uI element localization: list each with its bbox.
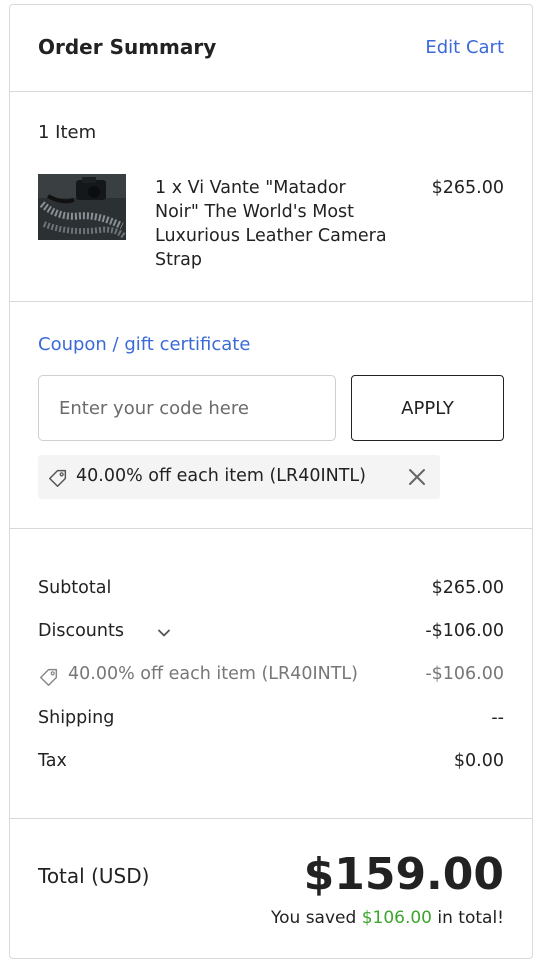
discount-detail-label: 40.00% off each item (LR40INTL) (68, 664, 359, 684)
shipping-row: Shipping -- (38, 708, 504, 732)
shipping-value: -- (491, 708, 504, 728)
total-label: Total (USD) (38, 864, 150, 888)
order-summary-card: Order Summary Edit Cart 1 Item 1 x Vi Va… (9, 4, 533, 959)
discount-detail-row: 40.00% off each item (LR40INTL) -$106.00 (38, 664, 504, 688)
remove-coupon-close-icon[interactable] (405, 465, 429, 489)
apply-button[interactable]: APPLY (351, 375, 504, 441)
savings-message: You saved $106.00 in total! (271, 908, 504, 928)
subtotal-row: Subtotal $265.00 (38, 578, 504, 602)
tag-icon (38, 666, 60, 693)
tax-row: Tax $0.00 (38, 751, 504, 775)
applied-coupon-chip: 40.00% off each item (LR40INTL) (38, 455, 440, 499)
saved-amount: $106.00 (361, 908, 432, 928)
tax-label: Tax (38, 751, 67, 771)
tag-icon (47, 467, 69, 493)
totals-section: Subtotal $265.00 Discounts -$106.00 40.0… (10, 529, 532, 819)
grand-total-section: Total (USD) $159.00 You saved $106.00 in… (10, 819, 532, 959)
discounts-label: Discounts (38, 621, 124, 641)
product-thumbnail (38, 174, 126, 240)
discounts-row[interactable]: Discounts -$106.00 (38, 621, 504, 645)
product-name: 1 x Vi Vante "Matador Noir" The World's … (155, 178, 387, 270)
item-count: 1 Item (38, 122, 97, 143)
edit-cart-link[interactable]: Edit Cart (425, 37, 504, 58)
order-summary-header: Order Summary Edit Cart (10, 5, 532, 92)
coupon-code-input[interactable] (38, 375, 336, 441)
saved-prefix: You saved (270, 908, 357, 928)
subtotal-label: Subtotal (38, 578, 112, 598)
product-price: $265.00 (431, 178, 504, 198)
total-amount: $159.00 (303, 849, 504, 900)
subtotal-value: $265.00 (431, 578, 504, 598)
saved-suffix: in total! (437, 908, 504, 928)
chevron-down-icon[interactable] (156, 625, 172, 646)
coupon-link[interactable]: Coupon / gift certificate (38, 334, 250, 355)
coupon-section: Coupon / gift certificate APPLY 40.00% o… (10, 302, 532, 529)
shipping-label: Shipping (38, 708, 115, 728)
applied-coupon-text: 40.00% off each item (LR40INTL) (76, 466, 367, 486)
discounts-value: -$106.00 (425, 621, 504, 641)
tax-value: $0.00 (453, 751, 504, 771)
cart-items-section: 1 Item 1 x Vi Vante "Matador Noir" The W… (10, 92, 532, 302)
page-title: Order Summary (38, 35, 217, 59)
discount-detail-value: -$106.00 (425, 664, 504, 684)
camera-strap-image (38, 174, 126, 240)
